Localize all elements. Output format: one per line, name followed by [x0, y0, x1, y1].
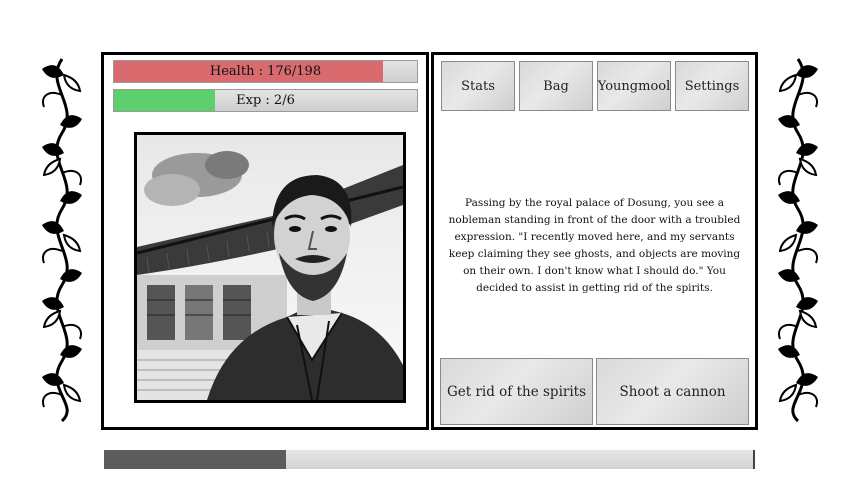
- vine-ornament-left-icon: [42, 58, 82, 423]
- nobleman-portrait: [134, 132, 406, 403]
- youngmool-button[interactable]: Youngmool: [597, 61, 671, 111]
- bag-button[interactable]: Bag: [519, 61, 593, 111]
- shoot-cannon-button[interactable]: Shoot a cannon: [596, 358, 749, 425]
- nobleman-portrait-icon: [137, 135, 403, 400]
- character-panel: Health : 176/198 Exp : 2/6: [101, 52, 429, 430]
- vine-ornament-right-icon: [778, 58, 818, 423]
- health-label: Health : 176/198: [209, 64, 322, 79]
- progress-bar: [104, 450, 755, 469]
- exp-label: Exp : 2/6: [236, 93, 295, 108]
- progress-bar-fill: [104, 450, 286, 469]
- settings-button[interactable]: Settings: [675, 61, 749, 111]
- stats-button[interactable]: Stats: [441, 61, 515, 111]
- get-rid-of-spirits-button[interactable]: Get rid of the spirits: [440, 358, 593, 425]
- health-bar: Health : 176/198: [113, 60, 418, 83]
- exp-bar: Exp : 2/6: [113, 89, 418, 112]
- story-text: Passing by the royal palace of Dosung, y…: [448, 197, 741, 294]
- story-panel: Stats Bag Youngmool Settings Passing by …: [431, 52, 758, 430]
